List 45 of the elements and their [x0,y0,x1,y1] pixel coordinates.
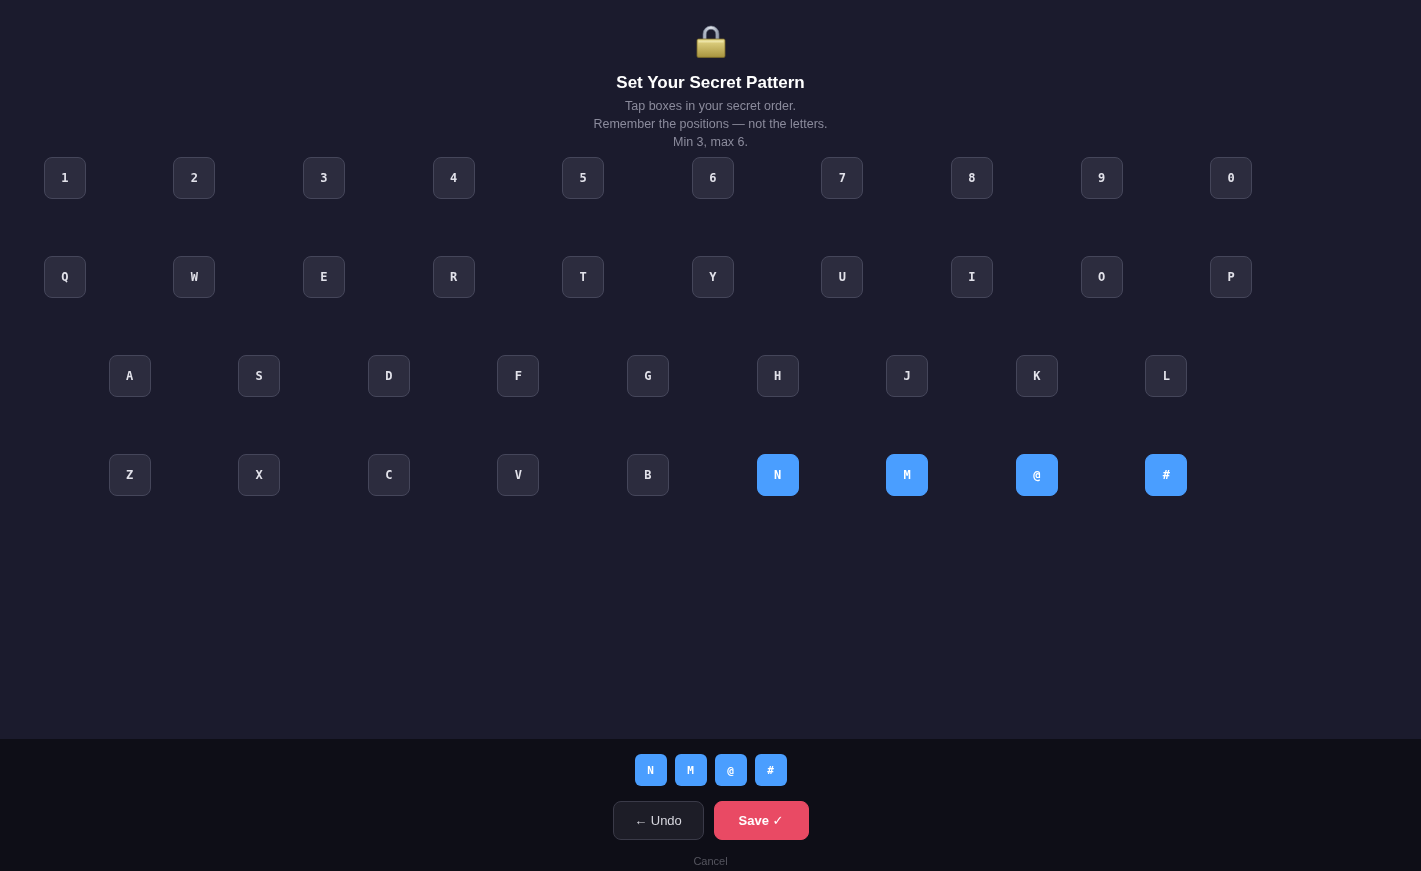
instruction-text: Remember the positions — not the letters. [593,116,828,133]
key-button[interactable]: 8 [950,157,993,199]
key-button[interactable]: R [432,256,475,298]
key-button[interactable]: Q [43,256,86,298]
key-button[interactable]: Z [108,454,151,496]
key-button[interactable]: B [626,454,669,496]
key-button[interactable]: 9 [1080,157,1123,199]
key-button[interactable]: O [1080,256,1123,298]
pattern-chip: @ [714,754,747,786]
instruction-text: Min 3, max 6. [672,134,748,151]
key-button[interactable]: J [886,355,929,397]
key-button[interactable]: S [238,355,281,397]
pattern-chip: M [674,754,707,786]
key-button[interactable]: X [238,454,281,496]
key-button[interactable]: 5 [562,157,605,199]
key-button[interactable]: L [1145,355,1188,397]
key-button[interactable]: G [626,355,669,397]
page-title: Set Your Secret Pattern [616,72,805,94]
key-button[interactable]: P [1210,256,1253,298]
key-button[interactable]: V [497,454,540,496]
key-button[interactable]: D [367,355,410,397]
key-button[interactable]: 0 [1210,157,1253,199]
key-button[interactable]: 2 [173,157,216,199]
key-button[interactable]: F [497,355,540,397]
key-button[interactable]: Y [691,256,734,298]
pattern-chip: # [754,754,787,786]
pattern-chip: N [634,754,667,786]
key-button[interactable]: 7 [821,157,864,199]
instruction-text: Tap boxes in your secret order. [625,98,796,115]
key-button[interactable]: H [756,355,799,397]
key-button[interactable]: I [950,256,993,298]
key-button[interactable]: 3 [303,157,345,199]
key-button[interactable]: U [821,256,864,298]
undo-button[interactable]: ← Undo [612,801,704,840]
key-button[interactable]: W [173,256,216,298]
key-button[interactable]: C [367,454,410,496]
key-button[interactable]: 4 [432,157,475,199]
key-button[interactable]: 1 [43,157,86,199]
key-button[interactable]: 6 [691,157,734,199]
key-button[interactable]: T [562,256,605,298]
key-button[interactable]: K [1015,355,1058,397]
key-button[interactable]: E [303,256,345,298]
save-button[interactable]: Save ✓ [713,801,809,840]
padlock-icon [695,24,726,58]
key-button[interactable]: A [108,355,151,397]
